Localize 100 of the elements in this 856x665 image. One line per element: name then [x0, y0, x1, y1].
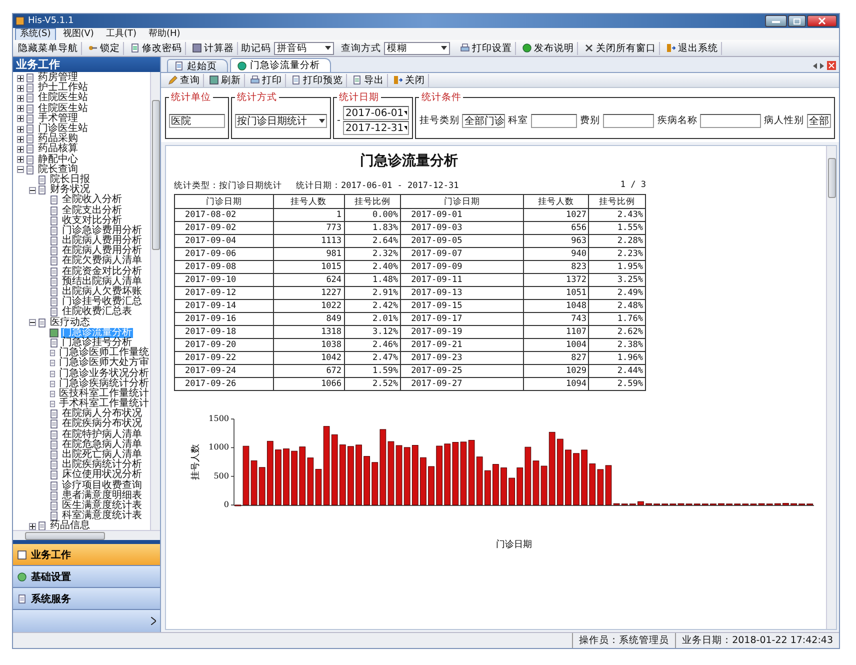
- tree-item[interactable]: 在院疾病分布状况: [61, 419, 143, 430]
- pencil-icon: [168, 75, 178, 85]
- tab[interactable]: 起始页: [167, 59, 228, 72]
- tree-item[interactable]: 在院资金对比分析: [61, 266, 143, 277]
- expand-toggle[interactable]: [17, 74, 24, 82]
- toolbar-button[interactable]: 发布说明: [519, 42, 578, 54]
- table-cell: 2.40%: [344, 260, 401, 274]
- expand-toggle[interactable]: [17, 115, 24, 122]
- tree-item[interactable]: 在院特护病人清单: [61, 430, 143, 440]
- tree-item[interactable]: 住院收费汇总表: [61, 307, 133, 318]
- scrollbar[interactable]: [826, 146, 836, 629]
- toolbar-button[interactable]: 锁定: [85, 42, 124, 54]
- expand-toggle[interactable]: [17, 105, 24, 112]
- menu-item[interactable]: 帮助(H): [143, 28, 186, 40]
- nav-button[interactable]: 业务工作: [13, 544, 160, 566]
- minimize-button[interactable]: [765, 15, 787, 27]
- toolbar-button[interactable]: 隐藏菜单导航: [15, 42, 82, 54]
- tree-item[interactable]: 门急诊医师大处方审: [58, 358, 150, 368]
- input-field[interactable]: [530, 114, 577, 128]
- tree-item[interactable]: 药品核算: [37, 144, 79, 154]
- expand-toggle[interactable]: [17, 94, 24, 102]
- toolbar-button[interactable]: 打印预览: [288, 74, 347, 86]
- date-picker[interactable]: 2017-06-01: [343, 106, 410, 120]
- expand-toggle[interactable]: [17, 126, 24, 133]
- toolbar-button[interactable]: 查询: [165, 74, 204, 86]
- tree-item[interactable]: 在院危急病人清单: [61, 440, 143, 450]
- tree-item[interactable]: 医技科室工作量统计: [58, 388, 150, 399]
- scrollbar[interactable]: [150, 72, 160, 530]
- table-cell: 2017-09-21: [400, 338, 524, 352]
- expand-toggle[interactable]: [17, 136, 24, 143]
- tree-item[interactable]: 诊疗项目收费查询: [61, 480, 143, 491]
- tree-item[interactable]: 预结出院病人清单: [61, 276, 143, 287]
- close-icon[interactable]: [827, 61, 836, 70]
- dropdown[interactable]: 拼音码: [274, 42, 334, 54]
- input-field[interactable]: [700, 114, 761, 128]
- tab[interactable]: 门急诊流量分析: [230, 58, 331, 72]
- close-button[interactable]: [807, 15, 837, 27]
- tree-item[interactable]: 医生满意度统计表: [61, 500, 143, 511]
- toolbar-button[interactable]: 计算器: [189, 42, 238, 54]
- tree-item[interactable]: 科室满意度统计表: [61, 511, 143, 522]
- scroll-left-icon[interactable]: [813, 62, 817, 68]
- unit-field[interactable]: 医院: [169, 114, 225, 128]
- collapse-toggle[interactable]: [29, 319, 36, 326]
- table-cell: 2.47%: [344, 352, 401, 364]
- input-field[interactable]: 全部: [806, 114, 832, 128]
- toolbar-button[interactable]: 退出系统: [663, 42, 722, 54]
- tree-item[interactable]: 在院欠费病人清单: [61, 256, 143, 266]
- tree-item[interactable]: 门急诊疾病统计分析: [58, 378, 150, 389]
- tree-item[interactable]: 住院医生站: [37, 93, 89, 104]
- tree-item[interactable]: 收支对比分析: [61, 216, 123, 226]
- nav-button[interactable]: 基础设置: [13, 566, 160, 588]
- toolbar-button[interactable]: 打印设置: [457, 42, 516, 54]
- chart-bar: [420, 457, 426, 506]
- tree-item[interactable]: 静配中心: [37, 154, 79, 165]
- tree-item[interactable]: 手术管理: [37, 114, 79, 124]
- expand-toggle[interactable]: [17, 156, 24, 164]
- expand-toggle[interactable]: [17, 84, 24, 92]
- scrollbar[interactable]: [13, 530, 160, 540]
- menu-item[interactable]: 视图(V): [58, 28, 99, 40]
- toolbar-button[interactable]: 关闭所有窗口: [581, 42, 660, 54]
- input-field[interactable]: [602, 114, 654, 128]
- document-icon: [49, 490, 59, 501]
- menu-item[interactable]: 系统(S): [15, 28, 56, 40]
- method-dropdown[interactable]: 按门诊日期统计: [235, 114, 327, 128]
- maximize-button[interactable]: [788, 15, 806, 27]
- chart-bar: [638, 501, 644, 506]
- toolbar-button[interactable]: 刷新: [206, 74, 245, 86]
- tree-item[interactable]: 住院医生站: [37, 104, 89, 114]
- tree-item[interactable]: 门急诊挂号分析: [61, 338, 133, 348]
- toolbar-button[interactable]: 导出: [349, 74, 388, 86]
- tree-item[interactable]: 床位使用状况分析: [61, 470, 143, 480]
- expand-toggle[interactable]: [17, 146, 24, 153]
- tree-item[interactable]: 医疗动态: [49, 318, 91, 328]
- tree-item[interactable]: 门急诊业务状况分析: [58, 368, 150, 379]
- document-icon: [49, 500, 59, 511]
- collapse-toggle[interactable]: [17, 166, 24, 174]
- tree-item[interactable]: 门诊急诊费用分析: [61, 226, 143, 236]
- menu-item[interactable]: 工具(T): [100, 28, 142, 40]
- chart-bar: [283, 448, 290, 506]
- toolbar-button[interactable]: 修改密码: [127, 42, 186, 54]
- tree-item[interactable]: 全院收入分析: [61, 195, 123, 206]
- dropdown[interactable]: 模糊: [384, 42, 450, 54]
- date-picker[interactable]: 2017-12-31: [343, 121, 410, 135]
- expand-toggle[interactable]: [29, 522, 36, 530]
- axis-title: 挂号人数: [191, 444, 201, 480]
- collapse-toggle[interactable]: [29, 186, 36, 194]
- input-field[interactable]: 全部门诊: [462, 114, 505, 128]
- chart-bar: [500, 467, 507, 506]
- nav-button[interactable]: 系统服务: [13, 588, 160, 610]
- chart-bar: [790, 503, 797, 506]
- toolbar-button[interactable]: 关闭: [390, 74, 429, 86]
- tree-item[interactable]: 院长查询: [37, 164, 79, 175]
- tree-item[interactable]: 药品信息: [49, 521, 91, 530]
- document-icon: [49, 256, 59, 266]
- scroll-right-icon[interactable]: [820, 62, 824, 68]
- toolbar-button[interactable]: 打印: [247, 74, 286, 86]
- tree-item[interactable]: 患者满意度明细表: [61, 490, 143, 501]
- tree-item[interactable]: 院长日报: [49, 174, 91, 185]
- tree-item[interactable]: 全院支出分析: [61, 206, 123, 216]
- chevron-icon[interactable]: [151, 617, 156, 625]
